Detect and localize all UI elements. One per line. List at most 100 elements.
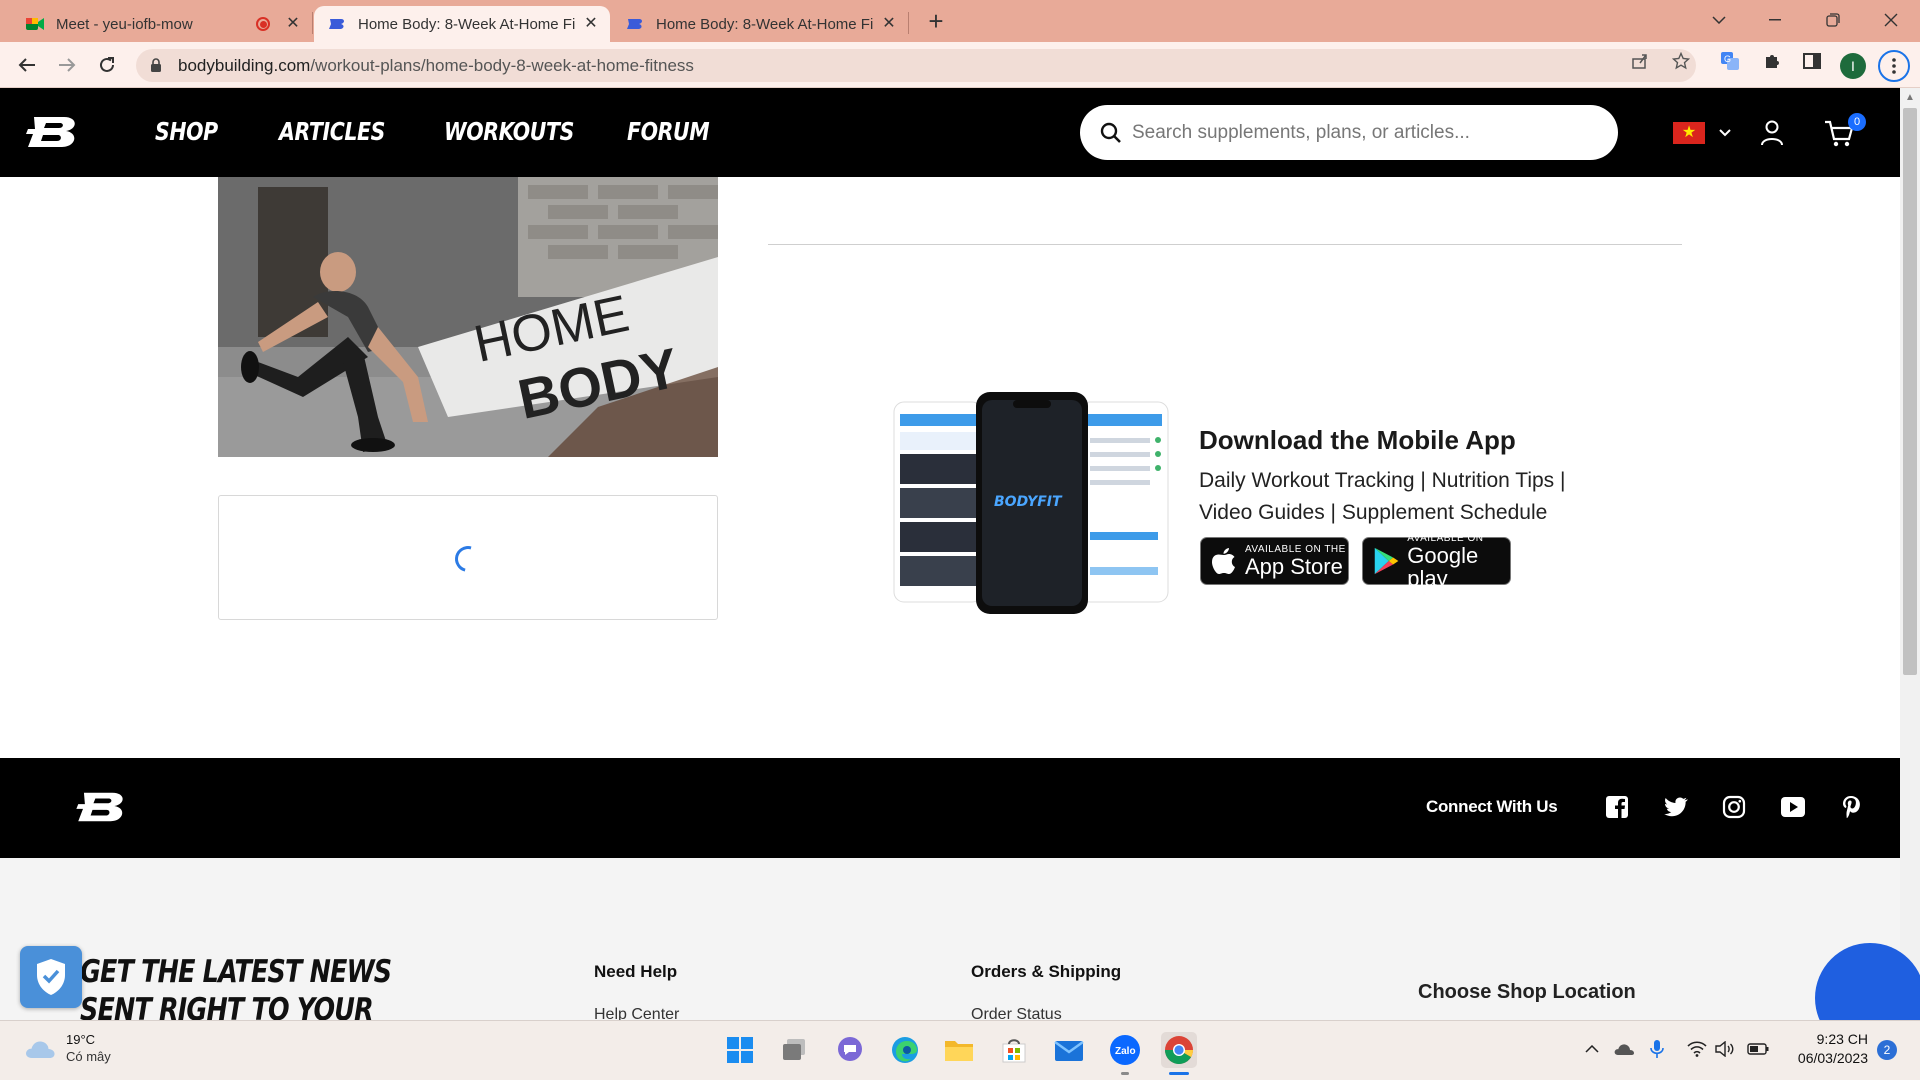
weather-condition: Có mây	[66, 1049, 111, 1064]
google-play-small-text: AVAILABLE ON	[1407, 532, 1484, 544]
twitter-icon[interactable]	[1662, 793, 1690, 821]
clock-date: 06/03/2023	[1797, 1050, 1868, 1066]
account-icon[interactable]	[1755, 116, 1789, 150]
share-icon[interactable]	[1628, 49, 1652, 73]
reload-icon[interactable]	[92, 50, 122, 80]
page-scrollbar-thumb[interactable]	[1903, 108, 1917, 675]
search-icon	[1100, 122, 1121, 143]
instagram-icon[interactable]	[1720, 793, 1748, 821]
weather-widget[interactable]: 19°C Có mây	[24, 1032, 111, 1066]
nav-workouts[interactable]: WORKOUTS	[444, 117, 574, 146]
google-play-big-text: Google play	[1407, 542, 1479, 591]
windows-start-icon[interactable]	[722, 1032, 758, 1068]
app-store-button[interactable]: AVAILABLE ON THE App Store	[1200, 537, 1349, 585]
recording-indicator-icon	[256, 17, 270, 31]
zalo-icon[interactable]: Zalo	[1107, 1032, 1143, 1068]
show-hidden-icons-chevron-icon[interactable]	[1581, 1038, 1603, 1060]
privacy-shield-icon[interactable]	[20, 946, 82, 1008]
tab-title: Home Body: 8-Week At-Home Fi	[358, 15, 576, 33]
microphone-icon[interactable]	[1646, 1038, 1668, 1060]
choose-shop-location-heading[interactable]: Choose Shop Location	[1418, 981, 1636, 1004]
orders-shipping-heading: Orders & Shipping	[971, 962, 1122, 981]
address-bar[interactable]: bodybuilding.com/workout-plans/home-body…	[136, 49, 1696, 82]
site-search-bar	[1080, 105, 1618, 160]
browser-tab-bar: Meet - yeu-iofb-mow ✕ Home Body: 8-Week …	[0, 0, 1920, 42]
extensions-puzzle-icon[interactable]	[1760, 49, 1784, 73]
vietnam-flag-icon[interactable]: ★	[1673, 122, 1705, 144]
restore-window-button[interactable]	[1804, 0, 1862, 40]
app-promo-description: Daily Workout Tracking | Nutrition Tips …	[1199, 469, 1566, 524]
scroll-up-arrow-icon[interactable]: ▲	[1903, 92, 1917, 104]
system-clock[interactable]: 9:23 CH 06/03/2023	[1780, 1030, 1868, 1068]
home-body-hero-image: HOME BODY	[218, 177, 718, 457]
microsoft-store-icon[interactable]	[996, 1032, 1032, 1068]
browser-menu-icon[interactable]	[1878, 50, 1910, 82]
translate-icon[interactable]: G	[1718, 49, 1742, 73]
close-tab-icon[interactable]: ✕	[284, 15, 302, 33]
browser-toolbar: bodybuilding.com/workout-plans/home-body…	[0, 42, 1920, 88]
nav-forum[interactable]: FORUM	[627, 117, 710, 146]
tab-meet[interactable]: Meet - yeu-iofb-mow ✕	[12, 6, 312, 42]
svg-text:G: G	[1724, 54, 1731, 64]
teams-chat-icon[interactable]	[832, 1032, 868, 1068]
task-view-icon[interactable]	[777, 1032, 813, 1068]
country-chevron-down-icon[interactable]	[1708, 116, 1742, 150]
tab-separator	[312, 12, 313, 34]
search-input[interactable]	[1132, 121, 1592, 144]
facebook-icon[interactable]	[1603, 793, 1631, 821]
cart-count-badge: 0	[1848, 113, 1866, 131]
close-tab-icon[interactable]: ✕	[582, 15, 600, 33]
notification-count-badge[interactable]: 2	[1877, 1040, 1897, 1060]
apple-icon	[1212, 548, 1235, 574]
bodyfit-brand: BODYFIT	[994, 494, 1063, 510]
tab-home-body[interactable]: Home Body: 8-Week At-Home Fi ✕	[612, 6, 908, 42]
close-tab-icon[interactable]: ✕	[880, 15, 898, 33]
lock-icon	[151, 58, 161, 72]
cloud-icon	[26, 1041, 55, 1058]
edge-browser-icon[interactable]	[887, 1032, 923, 1068]
google-meet-icon	[26, 15, 44, 33]
back-arrow-icon[interactable]	[12, 50, 42, 80]
tab-title: Meet - yeu-iofb-mow	[56, 15, 193, 33]
onedrive-cloud-icon[interactable]	[1613, 1038, 1635, 1060]
battery-icon[interactable]	[1747, 1038, 1769, 1060]
minimize-window-button[interactable]	[1746, 0, 1804, 40]
close-window-button[interactable]	[1862, 0, 1920, 40]
nav-shop[interactable]: SHOP	[155, 117, 218, 146]
weather-temp: 19°C	[66, 1032, 96, 1047]
pinterest-icon[interactable]	[1837, 793, 1865, 821]
youtube-icon[interactable]	[1779, 793, 1807, 821]
content-divider	[768, 244, 1682, 245]
url-path: /workout-plans/home-body-8-week-at-home-…	[310, 55, 694, 75]
url-host: bodybuilding.com	[178, 55, 311, 75]
zalo-running-indicator	[1121, 1072, 1129, 1075]
app-store-big-text: App Store	[1245, 554, 1343, 579]
volume-icon[interactable]	[1714, 1038, 1736, 1060]
wifi-icon[interactable]	[1686, 1038, 1708, 1060]
google-play-button[interactable]: AVAILABLE ON Google play	[1362, 533, 1511, 590]
bodybuilding-favicon-icon	[626, 15, 644, 33]
bodybuilding-favicon-icon	[328, 15, 346, 33]
tab-search-chevron-icon[interactable]	[1690, 0, 1748, 40]
profile-avatar[interactable]: I	[1840, 53, 1866, 79]
new-tab-button[interactable]: +	[922, 8, 950, 36]
chrome-active-indicator	[1169, 1072, 1189, 1075]
bodybuilding-logo[interactable]	[24, 112, 82, 152]
side-panel-icon[interactable]	[1800, 49, 1824, 73]
tab-title: Home Body: 8-Week At-Home Fi	[656, 15, 874, 33]
bookmark-star-icon[interactable]	[1669, 49, 1693, 73]
tab-separator	[908, 12, 909, 34]
chrome-icon[interactable]	[1161, 1032, 1197, 1068]
google-play-icon	[1374, 547, 1399, 575]
file-explorer-icon[interactable]	[941, 1032, 977, 1068]
app-promo-title: Download the Mobile App	[1199, 425, 1516, 455]
connect-with-us-label: Connect With Us	[1426, 797, 1558, 816]
need-help-heading: Need Help	[594, 962, 678, 981]
footer-bodybuilding-logo[interactable]	[74, 788, 130, 826]
mobile-app-phones-image: BODYFIT	[890, 392, 1172, 614]
clock-time: 9:23 CH	[1816, 1031, 1868, 1047]
tab-home-body-active[interactable]: Home Body: 8-Week At-Home Fi ✕	[314, 6, 610, 42]
mail-icon[interactable]	[1051, 1032, 1087, 1068]
nav-articles[interactable]: ARTICLES	[279, 117, 385, 146]
forward-arrow-icon[interactable]	[52, 50, 82, 80]
